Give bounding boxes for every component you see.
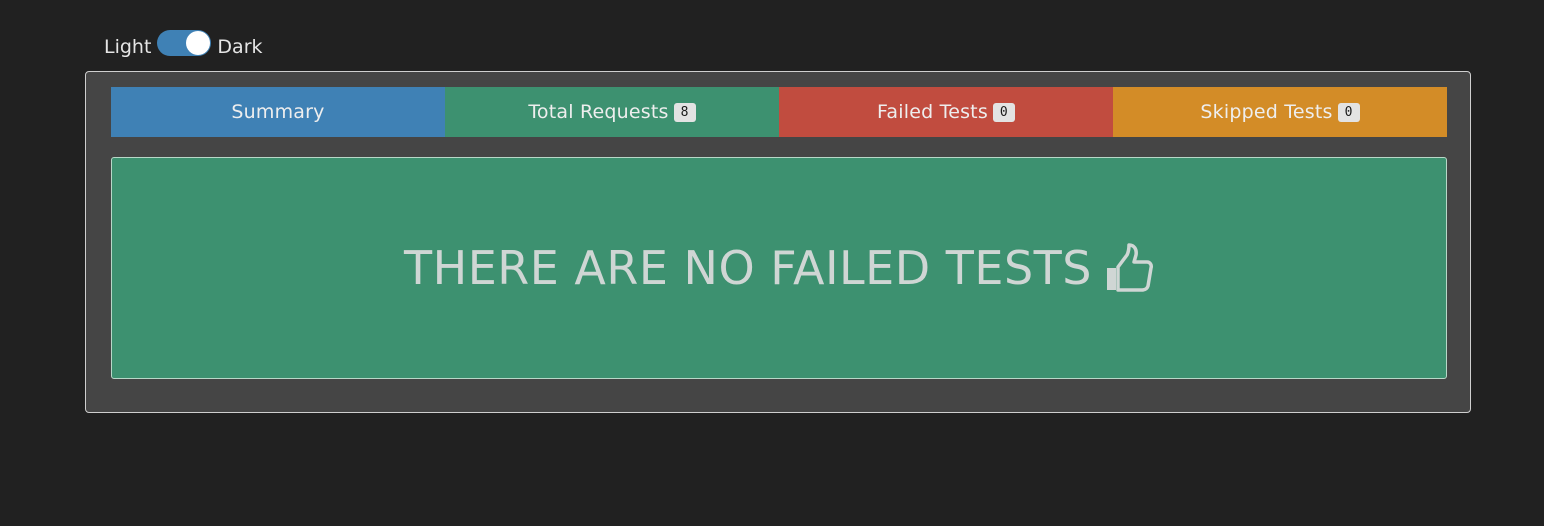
theme-dark-label: Dark bbox=[217, 36, 263, 58]
tab-total-requests[interactable]: Total Requests 8 bbox=[445, 87, 779, 137]
tab-summary-label: Summary bbox=[231, 101, 325, 123]
theme-switch: Light Dark bbox=[104, 30, 263, 64]
no-failed-tests-message: THERE ARE NO FAILED TESTS bbox=[404, 241, 1154, 295]
no-failed-tests-text: THERE ARE NO FAILED TESTS bbox=[404, 241, 1092, 295]
tab-failed-tests-label: Failed Tests bbox=[877, 101, 988, 123]
tab-failed-tests[interactable]: Failed Tests 0 bbox=[779, 87, 1113, 137]
thumbs-up-icon bbox=[1106, 243, 1153, 292]
tab-total-requests-label: Total Requests bbox=[528, 101, 669, 123]
tab-summary[interactable]: Summary bbox=[111, 87, 445, 137]
failed-tests-count-badge: 0 bbox=[992, 102, 1015, 122]
total-requests-count-badge: 8 bbox=[673, 102, 696, 122]
tab-bar: Summary Total Requests 8 Failed Tests 0 … bbox=[111, 87, 1447, 137]
tab-skipped-tests[interactable]: Skipped Tests 0 bbox=[1113, 87, 1447, 137]
toggle-knob bbox=[186, 31, 211, 55]
report-card: Summary Total Requests 8 Failed Tests 0 … bbox=[85, 71, 1471, 413]
theme-light-label: Light bbox=[104, 36, 152, 58]
tab-skipped-tests-label: Skipped Tests bbox=[1200, 101, 1333, 123]
theme-toggle[interactable] bbox=[157, 30, 212, 56]
failed-tests-panel: THERE ARE NO FAILED TESTS bbox=[111, 157, 1447, 379]
skipped-tests-count-badge: 0 bbox=[1337, 102, 1360, 122]
